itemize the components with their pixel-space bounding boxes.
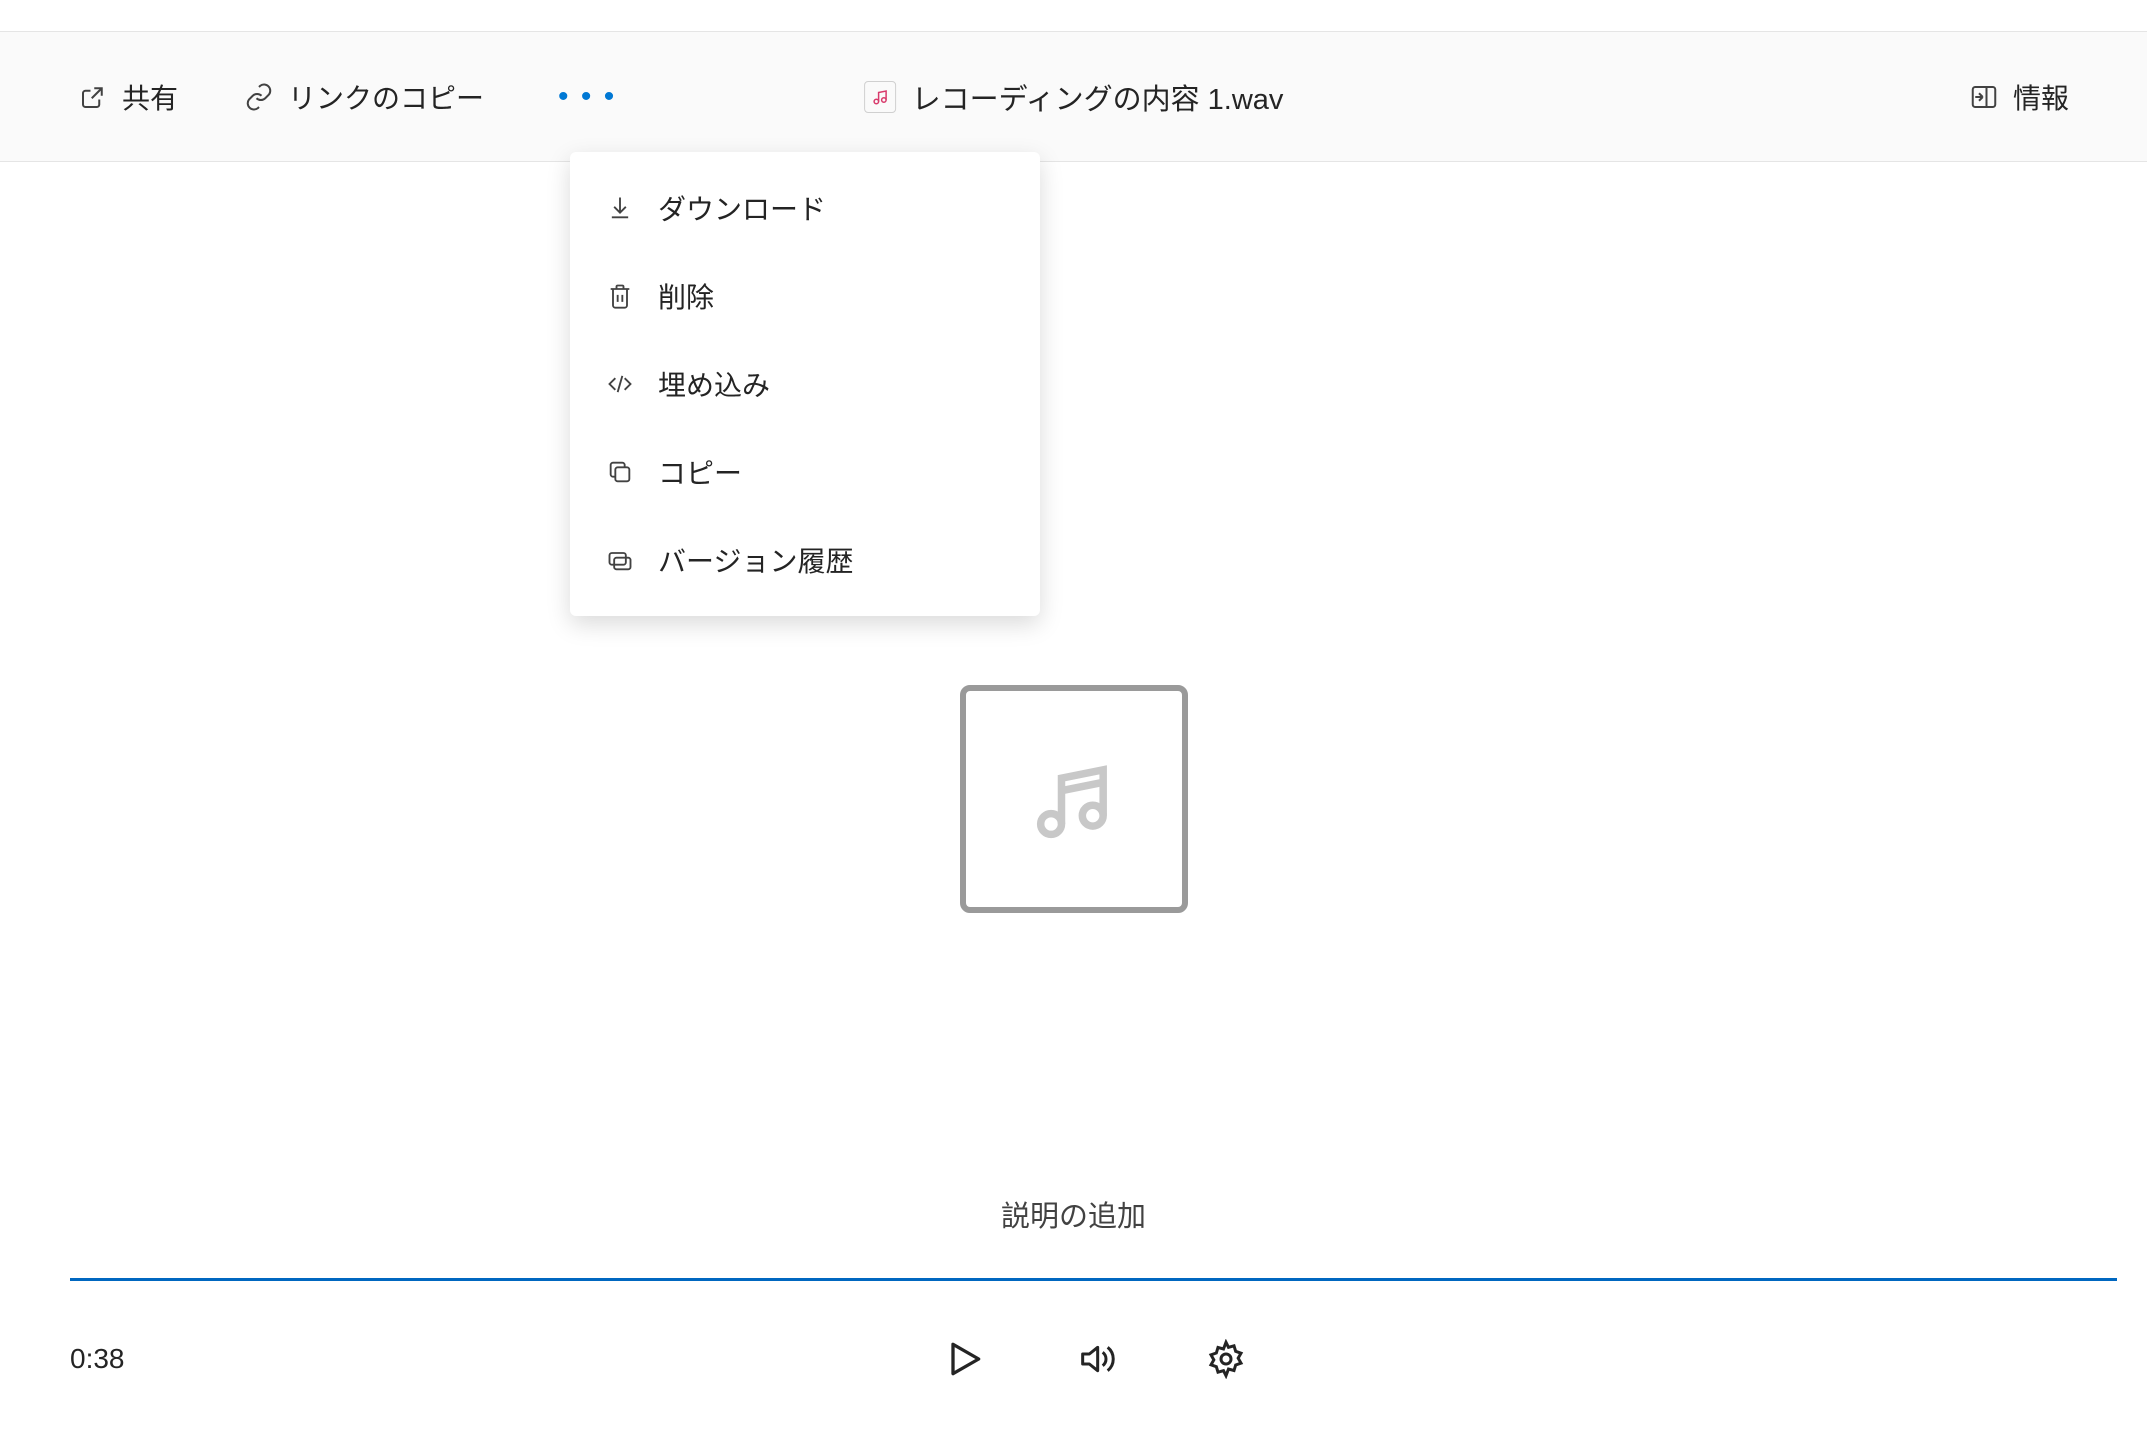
version-history-icon [604, 544, 636, 576]
settings-button[interactable] [1196, 1329, 1256, 1389]
copy-link-button[interactable]: リンクのコピー [236, 67, 492, 127]
dropdown-item-label: 削除 [658, 276, 714, 316]
preview-area: 説明の追加 [0, 163, 2147, 1432]
add-description-button[interactable]: 説明の追加 [1001, 1193, 1146, 1235]
dropdown-item-label: 埋め込み [658, 364, 770, 404]
volume-button[interactable] [1066, 1329, 1126, 1389]
copy-link-label: リンクのコピー [288, 77, 484, 117]
file-title-area: レコーディングの内容 1.wav [864, 76, 1284, 118]
dropdown-item-label: コピー [658, 452, 742, 492]
progress-bar[interactable] [70, 1278, 2117, 1281]
dropdown-item-label: ダウンロード [658, 188, 826, 228]
toolbar: 共有 リンクのコピー • • • レコーディングの内容 1.wav [0, 32, 2147, 162]
add-description-label: 説明の追加 [1001, 1201, 1146, 1233]
progress-bar-fill [70, 1278, 2117, 1281]
code-icon [604, 368, 636, 400]
share-button[interactable]: 共有 [70, 67, 186, 127]
top-divider [0, 0, 2147, 32]
audio-file-icon [864, 81, 896, 113]
trash-icon [604, 280, 636, 312]
link-icon [244, 82, 274, 112]
dropdown-item-copy[interactable]: コピー [570, 428, 1040, 516]
info-label: 情報 [2013, 77, 2069, 117]
dropdown-item-download[interactable]: ダウンロード [570, 164, 1040, 252]
elapsed-time: 0:38 [70, 1343, 125, 1375]
share-label: 共有 [122, 77, 178, 117]
info-button[interactable]: 情報 [1961, 67, 2077, 127]
dropdown-item-delete[interactable]: 削除 [570, 252, 1040, 340]
dropdown-item-label: バージョン履歴 [658, 540, 853, 580]
audio-thumbnail [960, 685, 1188, 913]
gear-icon [1206, 1339, 1246, 1379]
more-options-dropdown: ダウンロード 削除 埋め込み コピ [570, 152, 1040, 616]
ellipsis-icon: • • • [558, 80, 616, 113]
play-icon [942, 1337, 986, 1381]
more-options-button[interactable]: • • • [542, 70, 632, 124]
play-button[interactable] [932, 1327, 996, 1391]
player-controls: 0:38 [70, 1304, 2117, 1414]
dropdown-item-version-history[interactable]: バージョン履歴 [570, 516, 1040, 604]
speaker-icon [1076, 1339, 1116, 1379]
music-note-icon [1024, 749, 1124, 849]
dropdown-item-embed[interactable]: 埋め込み [570, 340, 1040, 428]
center-controls [932, 1327, 1256, 1391]
download-icon [604, 192, 636, 224]
toolbar-left: 共有 リンクのコピー • • • [70, 67, 632, 127]
file-name: レコーディングの内容 1.wav [912, 76, 1284, 118]
share-icon [78, 82, 108, 112]
copy-icon [604, 456, 636, 488]
info-panel-icon [1969, 82, 1999, 112]
toolbar-right: 情報 [1961, 67, 2077, 127]
